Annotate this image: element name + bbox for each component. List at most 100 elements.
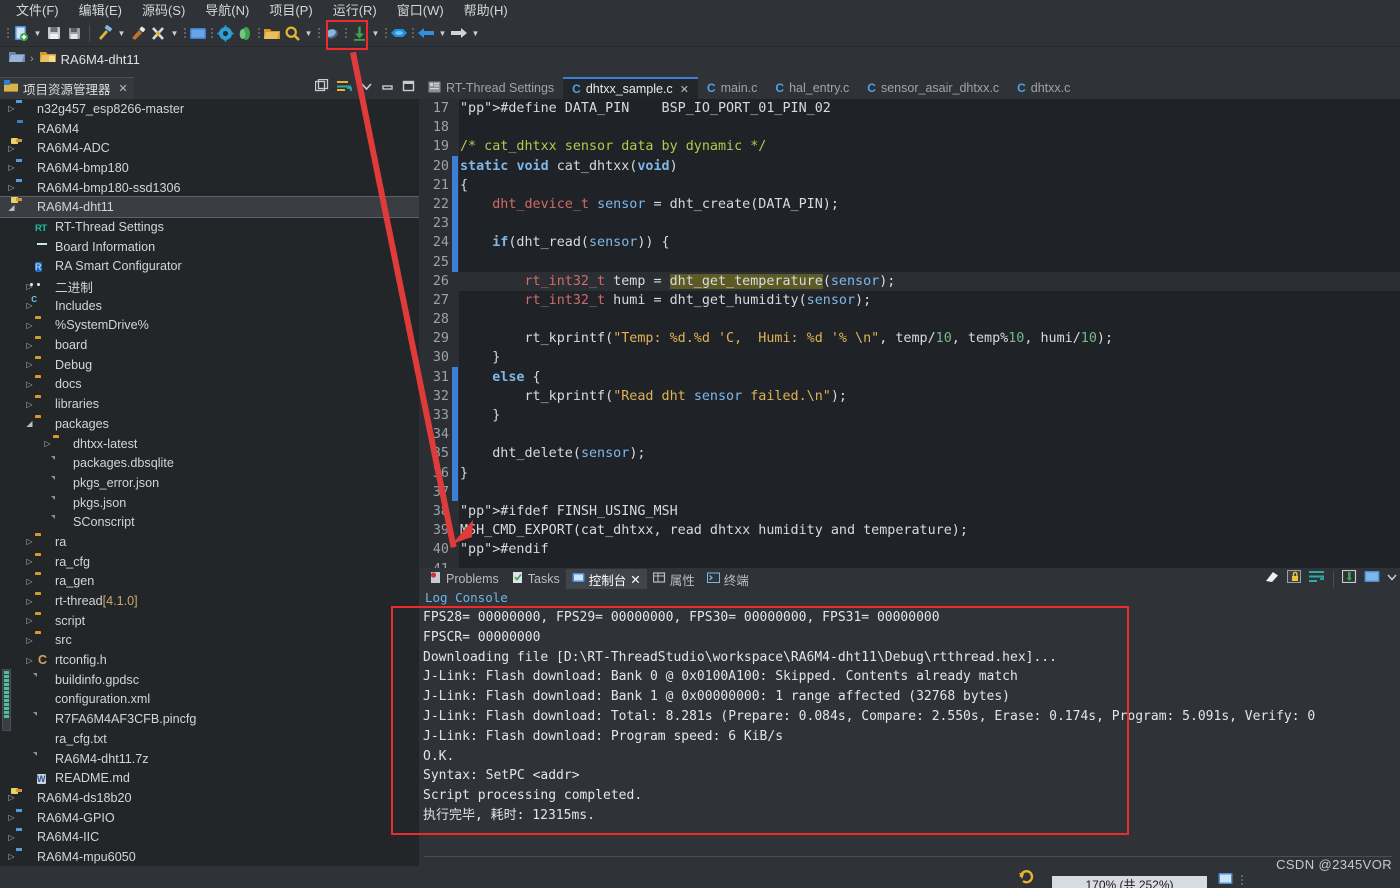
close-icon[interactable]: ✕ [630, 572, 640, 587]
tree-item[interactable]: buildinfo.gpdsc [0, 670, 419, 690]
toolbar-drag-handle-4[interactable] [255, 24, 262, 42]
collapsed-arrow-icon[interactable]: ▷ [24, 636, 35, 645]
tree-item[interactable]: RT RT-Thread Settings [0, 217, 419, 237]
tab-hal-entry-c[interactable]: C hal_entry.c [766, 77, 859, 99]
code-editor[interactable]: 17 "pp">#define DATA_PIN BSP_IO_PORT_01_P… [419, 99, 1400, 568]
tree-item[interactable]: ▷ n32g457_esp8266-master [0, 99, 419, 119]
collapsed-arrow-icon[interactable]: ▷ [6, 813, 17, 822]
tree-item[interactable]: configuration.xml [0, 690, 419, 710]
code-line[interactable]: 26 rt_int32_t temp = dht_get_temperature… [419, 271, 1400, 291]
link-icon[interactable] [389, 22, 409, 44]
console-output[interactable]: FPS28= 00000000, FPS29= 00000000, FPS30=… [419, 608, 1400, 863]
tree-item[interactable]: W README.md [0, 768, 419, 788]
menu-source[interactable]: 源码(S) [132, 0, 195, 22]
tree-item[interactable]: ▷ RA6M4-bmp180 [0, 158, 419, 178]
toolbar-drag-handle-2[interactable] [181, 24, 188, 42]
tree-item[interactable]: ▷ libraries [0, 394, 419, 414]
project-tree[interactable]: ▷ n32g457_esp8266-master RA6M4 ▷ RA6M4-ADC ▷ R… [0, 99, 419, 866]
collapsed-arrow-icon[interactable]: ▷ [24, 360, 35, 369]
code-line[interactable]: 28 [419, 310, 1400, 329]
code-line[interactable]: 32 rt_kprintf("Read dht sensor failed.\n… [419, 387, 1400, 406]
status-drag-handle[interactable] [1238, 871, 1245, 888]
display-selected-console-icon[interactable] [1364, 570, 1380, 588]
download-dropdown-icon[interactable]: ▼ [369, 22, 382, 44]
collapsed-arrow-icon[interactable]: ▷ [24, 616, 35, 625]
collapsed-arrow-icon[interactable]: ▷ [24, 577, 35, 586]
search-dropdown-icon[interactable]: ▼ [302, 22, 315, 44]
tab-terminal[interactable]: 终端 [701, 569, 755, 589]
new-dropdown-icon[interactable]: ▼ [31, 22, 44, 44]
collapsed-arrow-icon[interactable]: ▷ [24, 321, 35, 330]
forward-dropdown-icon[interactable]: ▼ [469, 22, 482, 44]
settings-gear-icon[interactable] [215, 22, 235, 44]
tree-item[interactable]: packages.dbsqlite [0, 453, 419, 473]
word-wrap-icon[interactable] [1309, 570, 1325, 588]
tab-console[interactable]: 控制台 ✕ [565, 569, 647, 589]
code-line[interactable]: 20 static void cat_dhtxx(void) [419, 157, 1400, 176]
tree-item[interactable]: ▷ RA6M4-bmp180-ssd1306 [0, 178, 419, 198]
code-line[interactable]: 31 else { [419, 368, 1400, 387]
collapsed-arrow-icon[interactable]: ▷ [24, 656, 35, 665]
collapse-all-icon[interactable] [314, 78, 329, 97]
maximize-icon[interactable] [402, 79, 415, 97]
menu-file[interactable]: 文件(F) [6, 0, 69, 22]
menu-help[interactable]: 帮助(H) [454, 0, 518, 22]
debug-icon[interactable] [322, 22, 342, 44]
collapsed-arrow-icon[interactable]: ▷ [6, 852, 17, 861]
clear-console-icon[interactable] [1264, 570, 1280, 588]
collapsed-arrow-icon[interactable]: ▷ [6, 163, 17, 172]
collapsed-arrow-icon[interactable]: ▷ [24, 597, 35, 606]
build-configs-icon[interactable] [148, 22, 168, 44]
tree-item[interactable]: ▷ ra_gen [0, 572, 419, 592]
code-line[interactable]: 30 } [419, 348, 1400, 367]
tree-item[interactable]: pkgs_error.json [0, 473, 419, 493]
code-line[interactable]: 24 if(dht_read(sensor)) { [419, 233, 1400, 252]
code-line[interactable]: 34 [419, 425, 1400, 444]
tree-item[interactable]: ▷ docs [0, 375, 419, 395]
tree-item[interactable]: ▷ Crtconfig.h [0, 650, 419, 670]
tree-item[interactable]: R7FA6M4AF3CFB.pincfg [0, 709, 419, 729]
forward-arrow-icon[interactable] [449, 22, 469, 44]
tree-item[interactable]: ▷ Debug [0, 355, 419, 375]
build-hammer-icon[interactable] [95, 22, 115, 44]
close-icon[interactable]: ✕ [119, 82, 128, 95]
view-menu-icon[interactable] [360, 79, 373, 97]
open-terminal-icon[interactable] [188, 22, 208, 44]
menu-project[interactable]: 项目(P) [259, 0, 322, 22]
tree-item[interactable]: ▷ script [0, 611, 419, 631]
code-line[interactable]: 36} [419, 464, 1400, 483]
collapsed-arrow-icon[interactable]: ▷ [24, 557, 35, 566]
toolbar-drag-handle-8[interactable] [409, 24, 416, 42]
code-line[interactable]: 29 rt_kprintf("Temp: %d.%d 'C, Humi: %d … [419, 329, 1400, 348]
collapsed-arrow-icon[interactable]: ▷ [24, 537, 35, 546]
lock-scroll-icon[interactable] [1287, 570, 1302, 588]
tree-item[interactable]: ▷ rt-thread [4.1.0] [0, 591, 419, 611]
tree-item[interactable]: ▷ RA6M4-ds18b20 [0, 788, 419, 808]
back-arrow-icon[interactable] [416, 22, 436, 44]
build-dropdown-icon[interactable]: ▼ [115, 22, 128, 44]
code-line[interactable]: 38 "pp">#ifdef FINSH_USING_MSH [419, 502, 1400, 521]
collapsed-arrow-icon[interactable]: ▷ [6, 104, 17, 113]
tab-dhtxx-c[interactable]: C dhtxx.c [1008, 77, 1080, 99]
toolbar-drag-handle[interactable] [4, 24, 11, 42]
clean-icon[interactable] [128, 22, 148, 44]
tree-item[interactable]: ▷ %SystemDrive% [0, 316, 419, 336]
menu-run[interactable]: 运行(R) [323, 0, 387, 22]
code-line[interactable]: 23 [419, 214, 1400, 233]
collapsed-arrow-icon[interactable]: ▷ [24, 341, 35, 350]
tab-sensor-asair-dhtxx-c[interactable]: C sensor_asair_dhtxx.c [858, 77, 1009, 99]
code-line[interactable]: 27 rt_int32_t humi = dht_get_humidity(se… [419, 291, 1400, 310]
tree-item[interactable]: ▷ RA6M4-GPIO [0, 808, 419, 828]
link-with-editor-icon[interactable] [337, 79, 352, 97]
tab-rt-thread-settings[interactable]: RT-Thread Settings [419, 77, 564, 99]
tree-item[interactable]: ▷ dhtxx-latest [0, 434, 419, 454]
menu-navigate[interactable]: 导航(N) [195, 0, 259, 22]
minimize-icon[interactable] [381, 79, 394, 97]
code-line[interactable]: 18 [419, 118, 1400, 137]
collapsed-arrow-icon[interactable]: ▷ [24, 380, 35, 389]
tree-minimap-scrollbar[interactable] [2, 669, 11, 731]
tab-problems[interactable]: Problems [423, 569, 505, 589]
expanded-arrow-icon[interactable]: ◢ [24, 419, 35, 428]
tree-item[interactable]: ▷ src [0, 631, 419, 651]
collapsed-arrow-icon[interactable]: ▷ [42, 439, 53, 448]
